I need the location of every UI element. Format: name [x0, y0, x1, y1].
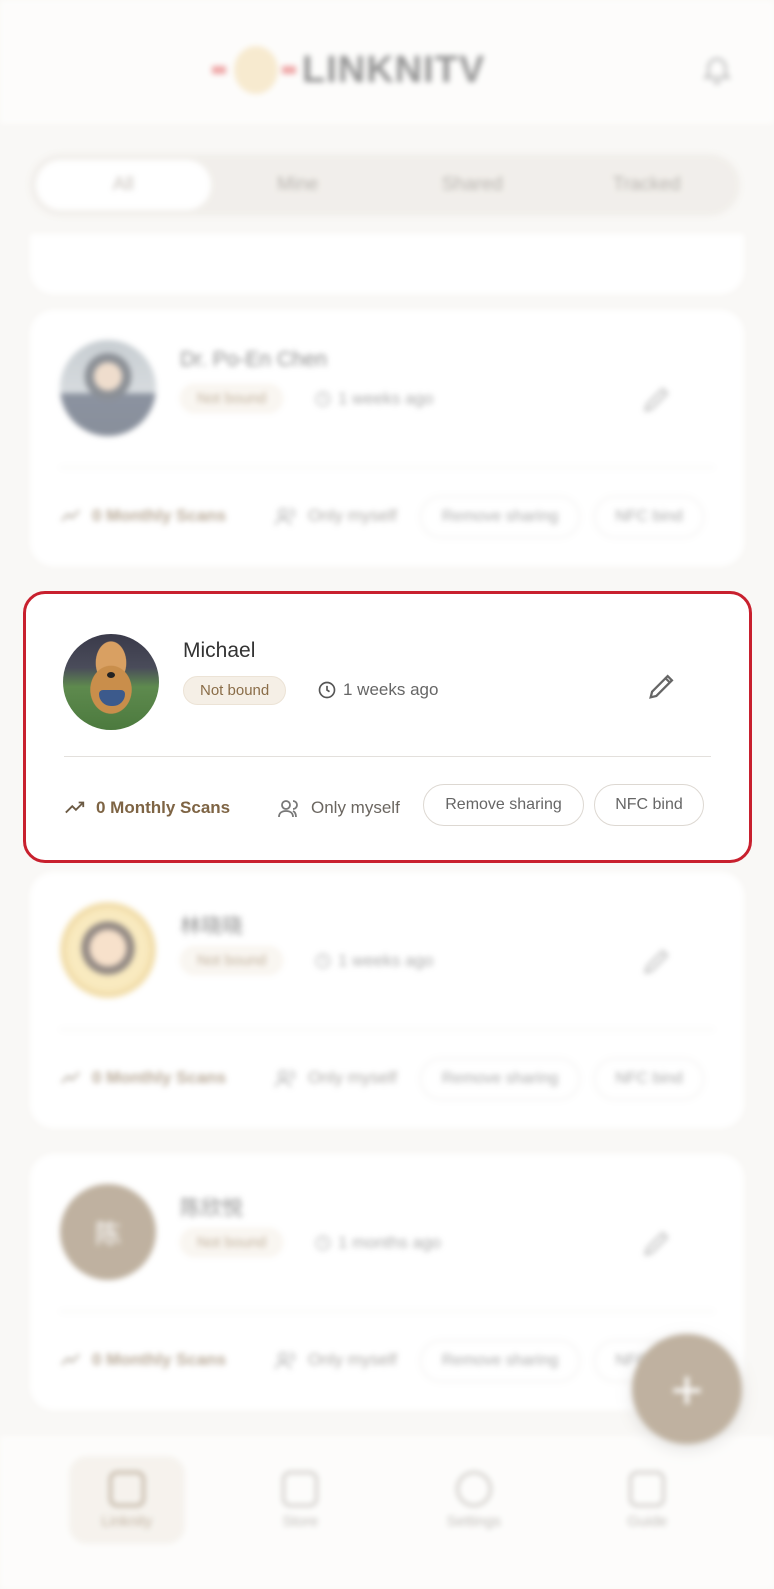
remove-sharing-button[interactable]: Remove sharing: [423, 784, 584, 826]
status-badge: Not bound: [183, 676, 287, 705]
time-text: 1 weeks ago: [343, 680, 439, 699]
monthly-scans: 0 Monthly Scans: [64, 798, 230, 818]
clock-icon: [318, 681, 336, 699]
sharing-status: Only myself: [277, 798, 400, 818]
profile-name: Michael: [183, 639, 256, 662]
last-updated: 1 weeks ago: [317, 680, 438, 700]
highlighted-profile-card[interactable]: Michael Not bound 1 weeks ago 0 Monthly …: [23, 591, 752, 863]
users-icon: [278, 800, 298, 818]
divider: [64, 756, 711, 757]
sharing-text: Only myself: [311, 798, 400, 817]
scans-text: 0 Monthly Scans: [96, 798, 231, 817]
edit-icon[interactable]: [645, 669, 679, 703]
avatar: [63, 634, 159, 730]
trend-icon: [65, 801, 85, 814]
nfc-bind-button[interactable]: NFC bind: [594, 784, 704, 826]
